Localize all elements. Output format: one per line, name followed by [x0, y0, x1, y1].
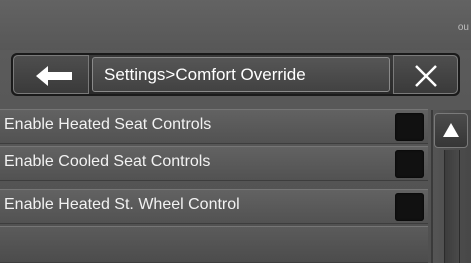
item-label: Enable Heated Seat Controls	[4, 116, 212, 133]
item-label: Enable Cooled Seat Controls	[4, 153, 211, 170]
scroll-up-button[interactable]	[434, 113, 468, 148]
triangle-up-icon	[443, 123, 459, 137]
heated-seat-checkbox[interactable]	[395, 113, 424, 141]
list-item-empty	[0, 226, 428, 263]
heated-wheel-checkbox[interactable]	[395, 193, 424, 221]
arrow-left-icon	[36, 66, 72, 86]
list-item-cooled-seat[interactable]: Enable Cooled Seat Controls	[0, 146, 428, 181]
cooled-seat-checkbox[interactable]	[395, 150, 424, 178]
page-title: Settings>Comfort Override	[104, 65, 306, 84]
scroll-track[interactable]	[444, 150, 460, 263]
close-button[interactable]	[393, 55, 458, 94]
status-strip: ou	[0, 0, 471, 50]
close-x-icon	[415, 65, 437, 87]
back-button[interactable]	[13, 55, 89, 94]
page-title-box: Settings>Comfort Override	[92, 57, 390, 92]
list-item-heated-seat[interactable]: Enable Heated Seat Controls	[0, 109, 428, 144]
item-label: Enable Heated St. Wheel Control	[4, 196, 240, 213]
list-item-heated-wheel[interactable]: Enable Heated St. Wheel Control	[0, 189, 428, 224]
status-text: ou	[457, 22, 469, 33]
